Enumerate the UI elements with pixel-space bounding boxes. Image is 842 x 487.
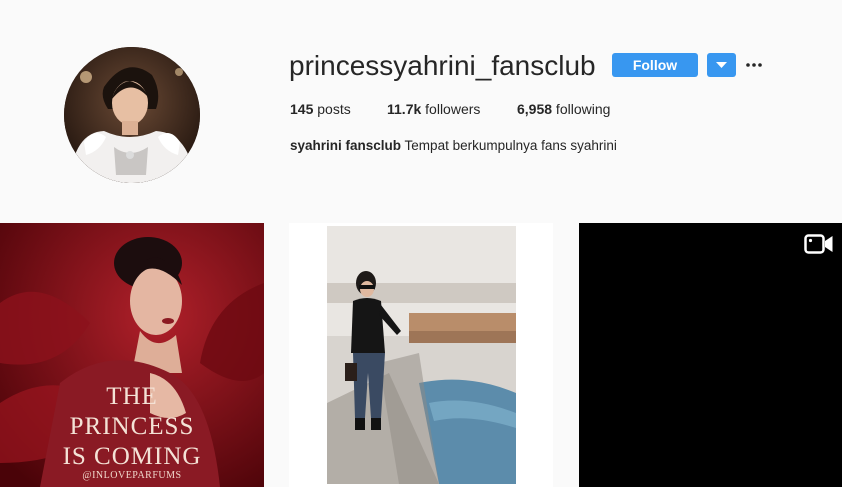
- post-overlay-line-1: THE: [106, 383, 158, 410]
- chevron-down-icon: [716, 62, 727, 68]
- profile-username: princessyahrini_fansclub: [289, 50, 596, 81]
- post-tile-3[interactable]: [579, 223, 842, 487]
- follow-button[interactable]: Follow: [612, 53, 698, 77]
- following-count: 6,958: [517, 101, 553, 117]
- following-label: following: [552, 101, 611, 117]
- profile-bio: syahrini fansclub Tempat berkumpulnya fa…: [290, 138, 617, 153]
- posts-label: posts: [313, 101, 351, 117]
- post-image-2: [289, 223, 553, 487]
- post-overlay-line-2: PRINCESS: [69, 413, 195, 440]
- post-tile-1[interactable]: THE PRINCESS IS COMING @INLOVEPARFUMS: [0, 223, 264, 487]
- more-options-button[interactable]: [744, 55, 764, 75]
- suggestions-dropdown-button[interactable]: [707, 53, 736, 77]
- more-horizontal-icon: [746, 63, 762, 67]
- followers-count: 11.7k: [387, 101, 422, 117]
- posts-stat: 145 posts: [290, 100, 351, 118]
- following-stat[interactable]: 6,958 following: [517, 100, 610, 118]
- video-icon: [804, 234, 833, 254]
- post-tile-2[interactable]: [289, 223, 553, 487]
- posts-count: 145: [290, 101, 314, 117]
- followers-label: followers: [421, 101, 481, 117]
- bio-text: Tempat berkumpulnya fans syahrini: [401, 138, 617, 153]
- bio-name: syahrini fansclub: [290, 138, 402, 153]
- avatar-photo: [64, 47, 200, 183]
- followers-stat[interactable]: 11.7k followers: [387, 100, 480, 118]
- profile-avatar[interactable]: [64, 47, 200, 183]
- post-overlay-line-3: IS COMING: [62, 443, 202, 470]
- post-overlay-handle: @INLOVEPARFUMS: [82, 470, 182, 481]
